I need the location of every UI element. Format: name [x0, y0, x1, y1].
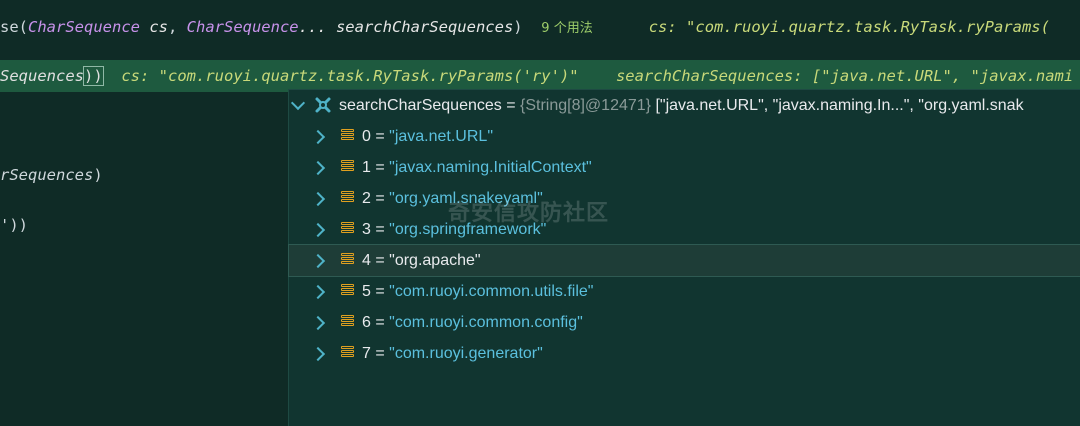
code-type-token: CharSequence	[186, 18, 299, 36]
chevron-right-icon[interactable]	[310, 253, 326, 269]
code-line: rSequences)	[0, 159, 103, 191]
element-index: 1	[362, 159, 371, 176]
code-token: ,	[167, 18, 187, 36]
field-icon	[341, 222, 354, 236]
code-token: se(	[0, 18, 28, 36]
chevron-right-icon[interactable]	[310, 222, 326, 238]
watermark: 奇安信攻防社区	[448, 201, 610, 226]
field-icon	[341, 346, 354, 360]
code-token: )	[93, 166, 103, 184]
usages-link[interactable]: 9 个用法	[541, 21, 592, 36]
element-index: 7	[362, 345, 371, 362]
code-line-current-execution: Sequences)) cs: "com.ruoyi.quartz.task.R…	[0, 60, 1080, 92]
inline-debug-hint: cs: "com.ruoyi.quartz.task.RyTask.ryPara…	[121, 67, 579, 85]
code-param-token: cs	[139, 18, 168, 36]
debugger-variables-popup[interactable]: searchCharSequences = {String[8]@12471} …	[288, 89, 1080, 426]
code-type-token: CharSequence	[28, 18, 140, 36]
variable-tree-root[interactable]: searchCharSequences = {String[8]@12471} …	[289, 90, 1080, 121]
element-value: "java.net.URL"	[389, 128, 493, 145]
code-token: rSequences	[0, 166, 94, 184]
element-index: 3	[362, 221, 371, 238]
chevron-right-icon[interactable]	[310, 191, 326, 207]
field-icon	[341, 284, 354, 298]
element-value: "com.ruoyi.generator"	[389, 345, 543, 362]
matching-brace: ))	[83, 66, 104, 86]
chevron-right-icon[interactable]	[310, 346, 326, 362]
variable-name: searchCharSequences	[339, 97, 502, 114]
field-icon	[341, 129, 354, 143]
element-value: "com.ruoyi.common.config"	[389, 314, 583, 331]
array-element-row[interactable]: 1 = "javax.naming.InitialContext"	[289, 152, 1080, 183]
variable-type-meta: {String[8]@12471}	[520, 97, 656, 114]
array-variable-icon	[315, 97, 331, 113]
inline-debug-hint: cs: "com.ruoyi.quartz.task.RyTask.ryPara…	[648, 18, 1050, 36]
chevron-right-icon[interactable]	[310, 315, 326, 331]
element-value: "com.ruoyi.common.utils.file"	[389, 283, 594, 300]
array-element-row[interactable]: 3 = "org.springframework"	[289, 214, 1080, 245]
chevron-right-icon[interactable]	[310, 160, 326, 176]
array-element-row[interactable]: 7 = "com.ruoyi.generator"	[289, 338, 1080, 369]
code-param-token: ... searchCharSequences	[298, 18, 514, 36]
array-element-row[interactable]: 6 = "com.ruoyi.common.config"	[289, 307, 1080, 338]
array-element-row[interactable]: 2 = "org.yaml.snakeyaml"	[289, 183, 1080, 214]
variable-summary: ["java.net.URL", "javax.naming.In...", "…	[655, 97, 1024, 114]
element-index: 0	[362, 128, 371, 145]
array-element-row[interactable]: 5 = "com.ruoyi.common.utils.file"	[289, 276, 1080, 307]
chevron-right-icon[interactable]	[310, 284, 326, 300]
field-icon	[341, 315, 354, 329]
element-value: "javax.naming.InitialContext"	[389, 159, 592, 176]
array-element-row[interactable]: 0 = "java.net.URL"	[289, 121, 1080, 152]
element-index: 2	[362, 190, 371, 207]
code-line-signature: se(CharSequence cs, CharSequence... sear…	[0, 11, 1050, 43]
code-token: )	[513, 18, 523, 36]
array-element-row-selected[interactable]: 4 = "org.apache"	[288, 244, 1080, 277]
chevron-right-icon[interactable]	[310, 129, 326, 145]
element-index: 4	[362, 252, 371, 269]
field-icon	[341, 191, 354, 205]
element-value: "org.apache"	[389, 252, 481, 269]
field-icon	[341, 160, 354, 174]
field-icon	[341, 253, 354, 267]
equals-sign: =	[501, 97, 520, 114]
element-index: 6	[362, 314, 371, 331]
chevron-down-icon[interactable]	[290, 95, 306, 111]
code-token: Sequences	[0, 67, 84, 85]
code-token: '))	[0, 216, 28, 234]
code-line: '))	[0, 209, 28, 241]
element-index: 5	[362, 283, 371, 300]
inline-debug-hint: searchCharSequences: ["java.net.URL", "j…	[615, 67, 1074, 85]
